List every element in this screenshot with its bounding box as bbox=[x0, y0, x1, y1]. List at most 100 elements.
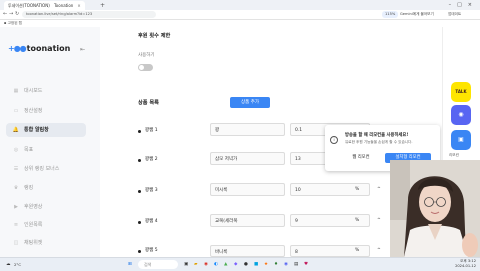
sidebar-item-chat[interactable]: ◫ 채팅위젯 bbox=[6, 236, 86, 250]
product-label: 꽝쌤 5 bbox=[145, 248, 158, 253]
tab-title: Toonation bbox=[54, 3, 74, 8]
app-icon[interactable]: ▤ bbox=[294, 260, 298, 269]
folder-icon: ▪ bbox=[4, 21, 7, 25]
app-icon[interactable]: ◆ bbox=[234, 260, 237, 269]
add-product-button[interactable]: 상품 추가 bbox=[230, 97, 270, 108]
percent-unit: % bbox=[355, 248, 360, 253]
product-name-input[interactable]: 교복(세라복 bbox=[210, 214, 285, 227]
sidebar-item-label: 후원영상 bbox=[24, 204, 43, 210]
clock-date: 2024-01-12 bbox=[455, 264, 476, 268]
trophy-icon: ♛ bbox=[13, 185, 19, 191]
product-name-input[interactable]: 꽝 bbox=[210, 123, 285, 136]
url-field[interactable]: toonation.live/set/ring/alarm?id=123 bbox=[22, 11, 156, 18]
sidebar-item-goal[interactable]: ◎ 목표 bbox=[6, 143, 86, 157]
logo-mark-icon: +●● bbox=[8, 44, 27, 53]
ranking-icon: ☰ bbox=[13, 166, 19, 172]
sidebar-item-label: 상위 랭킹 보너스 bbox=[24, 166, 60, 172]
move-up-icon[interactable]: ^ bbox=[377, 218, 381, 223]
app-icon[interactable]: ■ bbox=[254, 260, 258, 269]
chrome-icon[interactable]: ◉ bbox=[204, 260, 208, 269]
obs-icon[interactable]: ● bbox=[244, 260, 248, 269]
sidebar-item-alerts[interactable]: 🔔 통합 알림창 bbox=[6, 123, 86, 137]
webcam-overlay bbox=[390, 160, 480, 257]
weather-temp: 2°C bbox=[14, 262, 21, 267]
discord-icon[interactable]: ◉ bbox=[451, 105, 471, 125]
bullet bbox=[138, 250, 141, 253]
move-up-icon[interactable]: ^ bbox=[377, 248, 381, 253]
bullet bbox=[138, 159, 141, 162]
system-clock[interactable]: 오후 3:12 2024-01-12 bbox=[455, 259, 476, 269]
file-explorer-icon[interactable]: ▰ bbox=[194, 260, 197, 269]
sidebar-item-label: 랭킹 bbox=[24, 185, 34, 191]
toonation-logo[interactable]: +●●toonation bbox=[8, 44, 70, 53]
video-icon: ▶ bbox=[14, 204, 18, 210]
sidebar-item-video[interactable]: ▶ 후원영상 bbox=[6, 200, 86, 214]
window-controls[interactable]: –□× bbox=[449, 0, 478, 10]
limit-section-title: 후원 횟수 제한 bbox=[138, 33, 171, 39]
bookmark-item[interactable]: 고정된 탭 bbox=[8, 21, 22, 25]
new-tab-button[interactable]: + bbox=[100, 1, 105, 10]
weather-icon[interactable]: ☁ bbox=[6, 260, 11, 269]
tab-title: 투네이션(TOONATION) bbox=[8, 3, 50, 8]
sidebar-item-dashboard[interactable]: ▦ 대시보드 bbox=[6, 84, 86, 98]
sidebar-item-list[interactable]: ≡ 인원목록 bbox=[6, 218, 86, 232]
product-label: 꽝쌤 1 bbox=[145, 128, 158, 133]
product-name-input[interactable]: 삼모 저녁가 bbox=[210, 152, 285, 165]
app-icon[interactable]: ♦ bbox=[274, 260, 278, 269]
sidebar-item-label: 정산설정 bbox=[24, 108, 43, 114]
chat-icon: ◫ bbox=[13, 240, 19, 246]
remote-label: 리모컨 bbox=[449, 153, 459, 157]
taskbar: ☁ 2°C ⊞ 검색 ▣ ▰ ◉ ◐ ▲ ◆ ● ■ ★ ♦ ◉ ▤ ♥ 오후 … bbox=[0, 257, 480, 271]
logo-text: toonation bbox=[26, 44, 71, 53]
info-icon: i bbox=[330, 136, 338, 144]
bullet bbox=[138, 221, 141, 224]
back-icon[interactable]: ← bbox=[3, 11, 7, 18]
start-icon[interactable]: ⊞ bbox=[128, 260, 132, 269]
taskbar-search[interactable]: 검색 bbox=[138, 260, 178, 269]
bell-icon: 🔔 bbox=[12, 127, 20, 133]
move-up-icon[interactable]: ^ bbox=[377, 187, 381, 192]
sidebar-item-settlement[interactable]: ▭ 정산설정 bbox=[6, 104, 86, 118]
product-label: 꽝쌤 4 bbox=[145, 219, 158, 224]
browser-tab-active[interactable]: Toonation × bbox=[50, 1, 85, 10]
discord-taskbar-icon[interactable]: ◉ bbox=[284, 260, 288, 269]
zoom-badge[interactable]: 115% bbox=[382, 11, 399, 18]
product-name-input[interactable]: 바니룩 bbox=[210, 245, 285, 257]
browser-tab-bar: 투네이션(TOONATION) × Toonation× + –□× bbox=[0, 0, 480, 10]
remote-icon[interactable]: ▣ bbox=[451, 130, 471, 150]
forward-icon[interactable]: → bbox=[9, 11, 13, 18]
kakaotalk-icon[interactable]: TALK bbox=[451, 82, 471, 102]
sidebar-item-label: 목표 bbox=[24, 147, 34, 153]
close-icon[interactable]: × bbox=[77, 3, 80, 8]
app-icon[interactable]: ♥ bbox=[304, 260, 308, 269]
bullet bbox=[138, 130, 141, 133]
update-button[interactable]: 업데이트 bbox=[448, 11, 461, 18]
bookmark-bar: ▪ 고정된 탭 bbox=[0, 20, 480, 27]
use-toggle-label: 사용하기 bbox=[138, 53, 155, 58]
use-toggle[interactable] bbox=[138, 64, 153, 71]
webcam-person-image bbox=[390, 160, 480, 257]
task-view-icon[interactable]: ▣ bbox=[184, 260, 188, 269]
product-name-input[interactable]: 미시룩 bbox=[210, 183, 285, 196]
sidebar-item-label: 대시보드 bbox=[24, 88, 43, 94]
edge-icon[interactable]: ◐ bbox=[214, 260, 218, 269]
sidebar: +●●toonation ⇤ ▦ 대시보드 ▭ 정산설정 🔔 통합 알림창 ◎ 목표 ☰… bbox=[0, 27, 100, 257]
popup-title: 방송을 할 때 리모컨을 사용하세요! bbox=[345, 133, 409, 138]
products-section-title: 상품 목록 bbox=[138, 100, 159, 106]
percent-unit: % bbox=[355, 218, 360, 223]
sidebar-item-label: 채팅위젯 bbox=[24, 240, 43, 246]
bullet bbox=[138, 190, 141, 193]
gemini-button[interactable]: Gemini에게 물어보기 bbox=[400, 11, 434, 18]
product-label: 꽝쌤 2 bbox=[145, 157, 158, 162]
sidebar-item-label: 통합 알림창 bbox=[24, 127, 49, 133]
sidebar-item-ranking-bonus[interactable]: ☰ 상위 랭킹 보너스 bbox=[6, 162, 86, 176]
sidebar-item-ranking[interactable]: ♛ 랭킹 bbox=[6, 181, 86, 195]
collapse-sidebar-icon[interactable]: ⇤ bbox=[80, 46, 85, 53]
wallet-icon: ▭ bbox=[13, 108, 19, 114]
app-icon[interactable]: ▲ bbox=[224, 260, 227, 269]
percent-unit: % bbox=[355, 187, 360, 192]
app-icon[interactable]: ★ bbox=[264, 260, 268, 269]
reload-icon[interactable]: ↻ bbox=[15, 11, 19, 18]
web-remote-button[interactable]: 웹 리모컨 bbox=[345, 153, 377, 163]
sidebar-item-label: 인원목록 bbox=[24, 222, 43, 228]
